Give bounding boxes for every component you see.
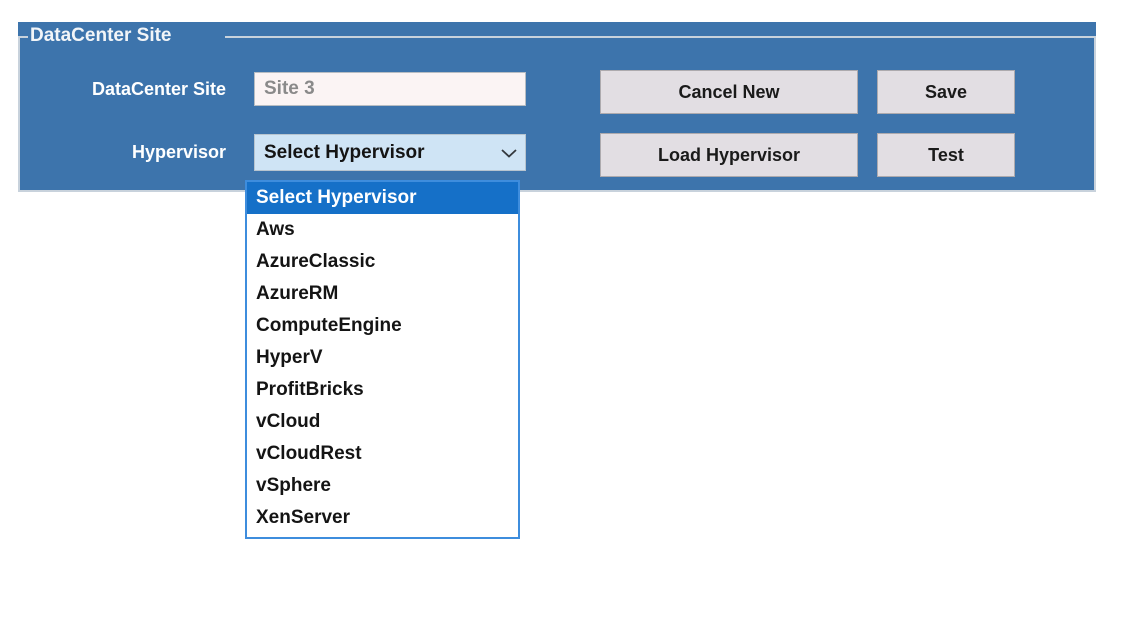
dropdown-option[interactable]: vSphere (247, 470, 518, 502)
hypervisor-label: Hypervisor (28, 142, 226, 163)
hypervisor-dropdown-list[interactable]: Select HypervisorAwsAzureClassicAzureRMC… (245, 180, 520, 539)
dropdown-option[interactable]: Aws (247, 214, 518, 246)
dropdown-option[interactable]: Select Hypervisor (247, 182, 518, 214)
cancel-new-button[interactable]: Cancel New (600, 70, 858, 114)
groupbox-border-top-right (225, 36, 1096, 38)
chevron-down-icon[interactable] (493, 147, 525, 159)
hypervisor-combobox-value: Select Hypervisor (255, 142, 493, 164)
dropdown-option[interactable]: XenServer (247, 502, 518, 534)
test-button[interactable]: Test (877, 133, 1015, 177)
groupbox-border-left (18, 36, 20, 192)
datacenter-site-groupbox: DataCenter Site DataCenter Site Hypervis… (18, 22, 1096, 192)
groupbox-border-top-left (18, 36, 28, 38)
load-hypervisor-button[interactable]: Load Hypervisor (600, 133, 858, 177)
hypervisor-combobox[interactable]: Select Hypervisor (254, 134, 526, 171)
dropdown-option[interactable]: AzureClassic (247, 246, 518, 278)
datacenter-site-label: DataCenter Site (28, 79, 226, 100)
dropdown-option[interactable]: HyperV (247, 342, 518, 374)
dropdown-option[interactable]: AzureRM (247, 278, 518, 310)
dropdown-option[interactable]: vCloud (247, 406, 518, 438)
dropdown-option[interactable]: ComputeEngine (247, 310, 518, 342)
dropdown-option[interactable]: ProfitBricks (247, 374, 518, 406)
groupbox-border-right (1094, 36, 1096, 192)
groupbox-title: DataCenter Site (30, 25, 172, 47)
datacenter-site-input[interactable] (254, 72, 526, 106)
groupbox-border-bottom (18, 190, 1096, 192)
dropdown-option[interactable]: vCloudRest (247, 438, 518, 470)
save-button[interactable]: Save (877, 70, 1015, 114)
